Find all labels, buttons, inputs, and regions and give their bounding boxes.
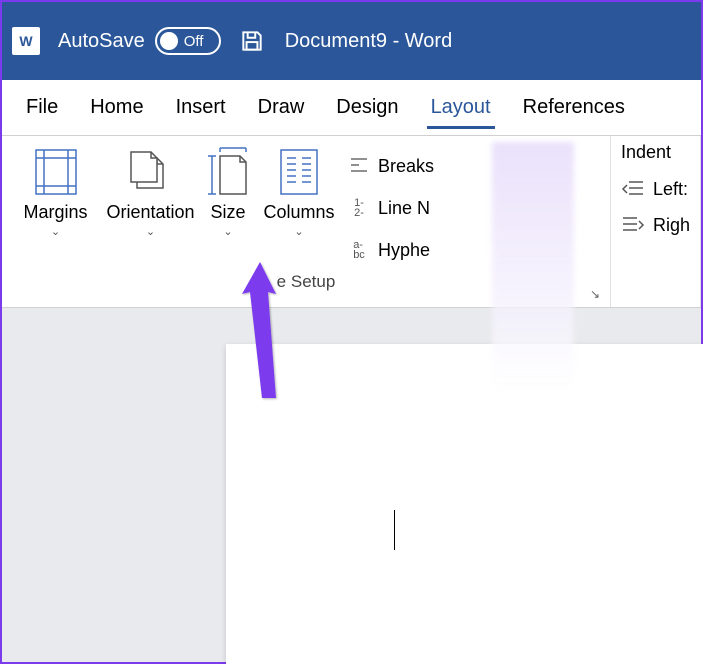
line-numbers-label: Line N xyxy=(378,198,430,219)
page-setup-small-buttons: Breaks 1-2- Line N a-bc Hyphe xyxy=(340,144,442,272)
breaks-label: Breaks xyxy=(378,156,434,177)
autosave-label: AutoSave xyxy=(58,30,145,53)
text-cursor xyxy=(394,510,395,550)
indent-left-icon xyxy=(621,179,645,199)
breaks-icon xyxy=(348,155,370,177)
title-bar: W AutoSave Off Document9 - Word xyxy=(2,2,701,80)
line-numbers-button[interactable]: 1-2- Line N xyxy=(348,192,434,224)
document-title: Document9 - Word xyxy=(285,30,452,53)
columns-icon xyxy=(275,148,323,196)
toggle-knob-icon xyxy=(160,32,178,50)
hyphenation-icon: a-bc xyxy=(348,239,370,261)
save-icon[interactable] xyxy=(239,28,265,54)
word-app-icon: W xyxy=(12,27,40,55)
line-numbers-icon: 1-2- xyxy=(348,197,370,219)
margins-icon xyxy=(32,148,80,196)
ribbon: Margins ⌄ Orientation ⌄ xyxy=(2,136,701,308)
columns-label: Columns xyxy=(263,202,334,223)
orientation-icon xyxy=(127,148,175,196)
tab-draw[interactable]: Draw xyxy=(242,82,321,133)
size-label: Size xyxy=(210,202,245,223)
autosave-toggle[interactable]: Off xyxy=(155,27,221,55)
toggle-state-label: Off xyxy=(184,33,204,50)
chevron-down-icon: ⌄ xyxy=(51,225,60,238)
hyphenation-button[interactable]: a-bc Hyphe xyxy=(348,234,434,266)
size-icon xyxy=(204,148,252,196)
indent-right-icon xyxy=(621,215,645,235)
chevron-down-icon: ⌄ xyxy=(223,225,232,238)
page-setup-group-label: e Setup xyxy=(2,266,610,302)
tab-layout[interactable]: Layout xyxy=(415,82,507,133)
tab-references[interactable]: References xyxy=(507,82,641,133)
chevron-down-icon: ⌄ xyxy=(146,225,155,238)
orientation-button[interactable]: Orientation ⌄ xyxy=(103,144,198,242)
tab-home[interactable]: Home xyxy=(74,82,159,133)
ribbon-tabs: File Home Insert Draw Design Layout Refe… xyxy=(2,80,701,136)
indent-left-control[interactable]: Left: xyxy=(621,171,690,207)
document-canvas[interactable] xyxy=(2,308,701,662)
chevron-down-icon: ⌄ xyxy=(294,225,303,238)
tab-design[interactable]: Design xyxy=(320,82,414,133)
orientation-label: Orientation xyxy=(106,202,194,223)
size-button[interactable]: Size ⌄ xyxy=(198,144,258,242)
tab-insert[interactable]: Insert xyxy=(160,82,242,133)
group-paragraph: Indent Left: Righ xyxy=(611,136,701,307)
margins-label: Margins xyxy=(23,202,87,223)
hyphenation-label: Hyphe xyxy=(378,240,430,261)
margins-button[interactable]: Margins ⌄ xyxy=(8,144,103,242)
indent-right-label: Righ xyxy=(653,215,690,236)
indent-heading: Indent xyxy=(621,142,690,163)
tab-file[interactable]: File xyxy=(10,82,74,133)
indent-right-control[interactable]: Righ xyxy=(621,207,690,243)
group-page-setup: Margins ⌄ Orientation ⌄ xyxy=(2,136,611,307)
breaks-button[interactable]: Breaks xyxy=(348,150,434,182)
columns-button[interactable]: Columns ⌄ xyxy=(258,144,340,242)
page-setup-dialog-launcher[interactable]: ↘ xyxy=(590,287,604,301)
indent-left-label: Left: xyxy=(653,179,688,200)
document-page[interactable] xyxy=(226,344,703,664)
